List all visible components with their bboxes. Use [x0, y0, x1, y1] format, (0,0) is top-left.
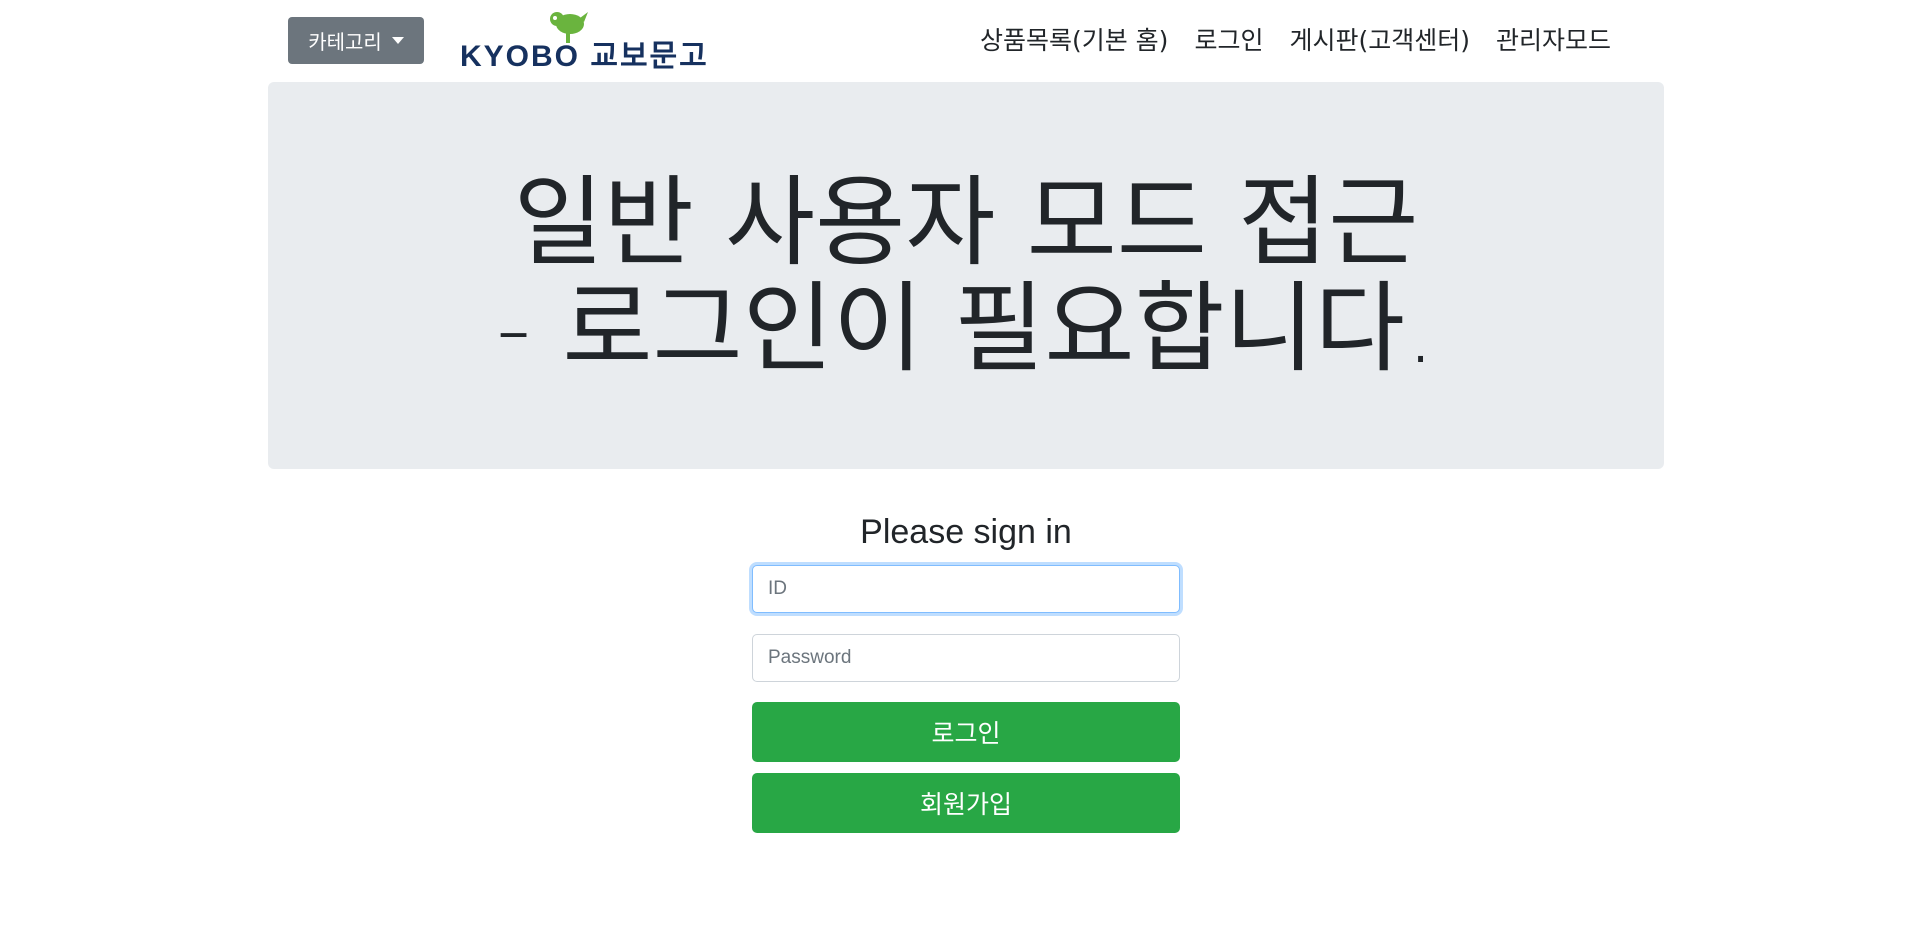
kyobo-logo[interactable]: KYOBO 교보문고 — [460, 8, 707, 74]
nav-link-login[interactable]: 로그인 — [1181, 22, 1276, 60]
signin-title: Please sign in — [860, 513, 1072, 551]
caret-down-icon — [391, 37, 404, 44]
nav-links: 상품목록(기본 홈) 로그인 게시판(고객센터) 관리자모드 — [967, 22, 1624, 60]
jumbotron-heading: 일반 사용자 모드 접근 - 로그인이 필요합니다. — [496, 170, 1436, 382]
jumbotron: 일반 사용자 모드 접근 - 로그인이 필요합니다. — [268, 82, 1664, 469]
password-input[interactable] — [752, 634, 1180, 682]
page-container: 카테고리 KYOBO 교보문고 상품목록(기본 홈) 로그인 게시판(고객센터)… — [268, 0, 1664, 469]
login-button[interactable]: 로그인 — [752, 702, 1180, 762]
signup-button[interactable]: 회원가입 — [752, 773, 1180, 833]
signin-form: Please sign in 로그인 회원가입 — [752, 505, 1180, 833]
logo-text: KYOBO 교보문고 — [460, 40, 709, 73]
nav-link-board[interactable]: 게시판(고객센터) — [1276, 22, 1483, 60]
navbar: 카테고리 KYOBO 교보문고 상품목록(기본 홈) 로그인 게시판(고객센터)… — [268, 0, 1664, 82]
jumbotron-line-2: - 로그인이 필요합니다. — [495, 271, 1437, 386]
nav-link-admin[interactable]: 관리자모드 — [1483, 22, 1624, 60]
bird-logo-icon — [550, 12, 588, 43]
category-dropdown-button[interactable]: 카테고리 — [288, 17, 424, 64]
id-input[interactable] — [752, 565, 1180, 613]
category-button-label: 카테고리 — [308, 30, 382, 54]
jumbotron-line-1: 일반 사용자 모드 접근 — [513, 165, 1419, 280]
nav-link-product-list[interactable]: 상품목록(기본 홈) — [967, 22, 1181, 60]
